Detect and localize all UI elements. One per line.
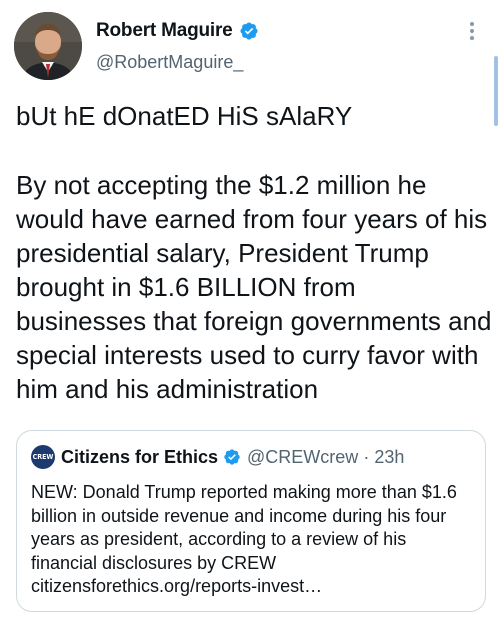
verified-badge-icon xyxy=(224,449,240,465)
quote-timestamp[interactable]: 23h xyxy=(374,447,404,468)
author-display-name[interactable]: Robert Maguire xyxy=(96,20,233,42)
tweet-text-line1: bUt hE dOnatED HiS sAlaRY xyxy=(16,101,353,131)
verified-badge-icon xyxy=(240,22,258,40)
scrollbar[interactable] xyxy=(494,56,498,126)
quote-tweet-card[interactable]: CREW Citizens for Ethics @CREWcrew · 23h… xyxy=(16,430,486,612)
quote-separator: · xyxy=(363,446,370,467)
more-vertical-icon[interactable] xyxy=(466,20,478,42)
quote-handle: @CREWcrew xyxy=(247,446,359,467)
crew-logo-text: CREW xyxy=(32,453,54,461)
crew-logo-avatar: CREW xyxy=(31,445,55,469)
quote-header: CREW Citizens for Ethics @CREWcrew · 23h xyxy=(31,445,404,469)
tweet-text-body: By not accepting the $1.2 million he wou… xyxy=(16,170,492,404)
avatar[interactable] xyxy=(14,12,82,80)
avatar-photo xyxy=(14,12,82,80)
author-name-row: Robert Maguire xyxy=(96,20,259,42)
quote-display-name: Citizens for Ethics xyxy=(61,446,219,467)
quote-text: NEW: Donald Trump reported making more t… xyxy=(31,482,457,596)
author-handle[interactable]: @RobertMaguire_ xyxy=(96,52,243,73)
